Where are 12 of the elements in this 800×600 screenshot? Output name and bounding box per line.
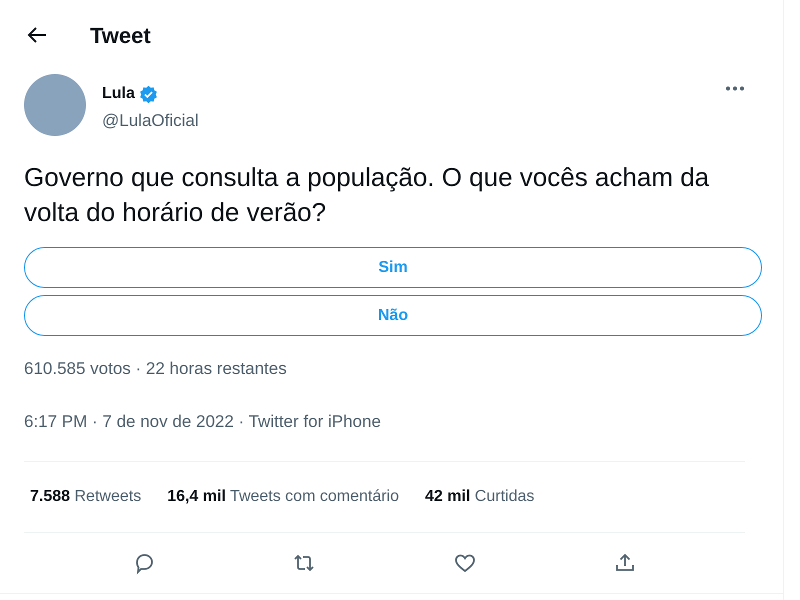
page-title: Tweet — [90, 22, 151, 50]
stat-link[interactable]: 16,4 mil Tweets com comentário — [167, 485, 399, 509]
stat-link[interactable]: 7.588 Retweets — [30, 485, 142, 509]
poll-summary: 610.585 votos · 22 horas restantes — [24, 358, 288, 380]
more-icon — [725, 86, 745, 91]
tweet-text: Governo que consulta a população. O que vocês acham da volta do horário de verão? — [24, 161, 710, 229]
author-name[interactable]: Lula — [102, 82, 135, 106]
tweet-timestamp[interactable]: 6:17 PM · 7 de nov de 2022 · Twitter for iPhone — [24, 408, 759, 434]
author-handle[interactable]: @LulaOficial — [102, 108, 707, 134]
stat-link[interactable]: 42 mil Curtidas — [425, 485, 534, 509]
back-arrow-icon — [27, 27, 47, 43]
more-options-button[interactable] — [723, 86, 747, 91]
